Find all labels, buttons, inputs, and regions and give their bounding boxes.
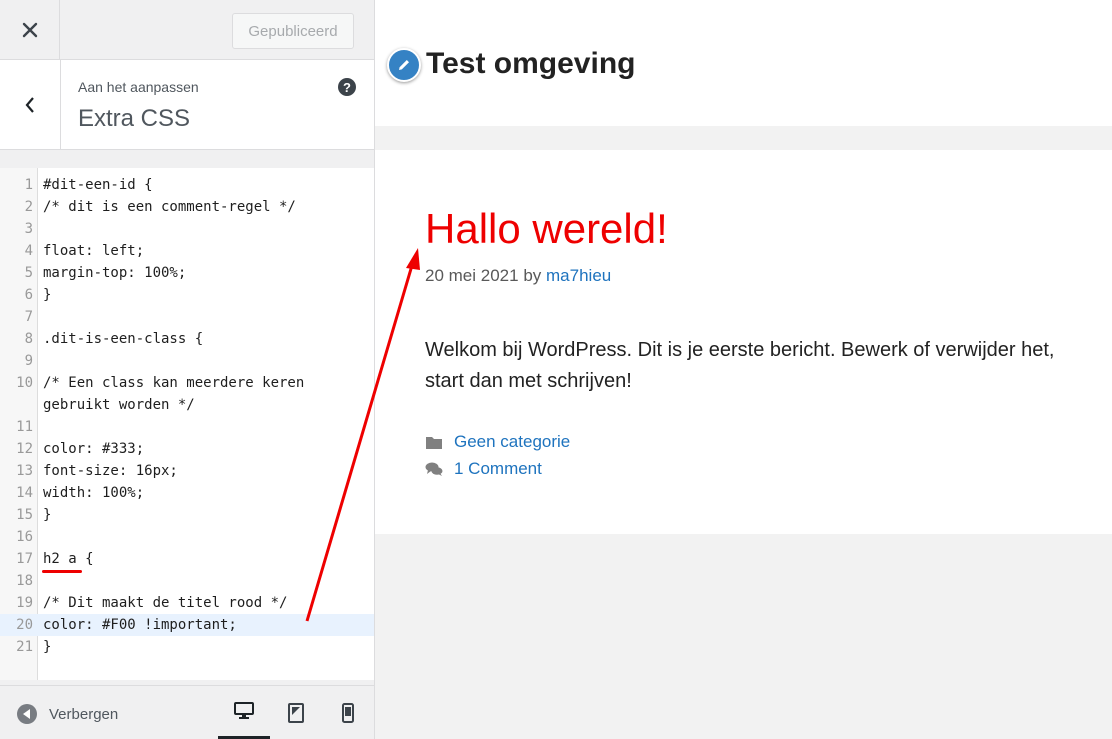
hide-controls-button[interactable]: Verbergen (17, 704, 118, 724)
section-header: Aan het aanpassen Extra CSS ? (0, 60, 374, 150)
customizer-topbar: Gepubliceerd (0, 0, 374, 60)
code-line[interactable]: 17 h2 a { (0, 548, 374, 570)
code-line[interactable]: 14 width: 100%; (0, 482, 374, 504)
post-author-link[interactable]: ma7hieu (546, 266, 611, 285)
mobile-icon (342, 703, 354, 723)
post-comments-row: 1 Comment (425, 459, 542, 479)
edit-shortcut-button[interactable] (387, 48, 421, 82)
comments-link[interactable]: 1 Comment (454, 459, 542, 479)
code-line[interactable]: 21} (0, 636, 374, 658)
preview-desktop-button[interactable] (218, 686, 270, 739)
hide-controls-label: Verbergen (49, 705, 119, 723)
code-line[interactable]: 18 (0, 570, 374, 592)
help-icon[interactable]: ? (338, 78, 356, 96)
post-category-row: Geen categorie (425, 432, 570, 452)
code-line[interactable]: 8 .dit-is-een-class { (0, 328, 374, 350)
post-body: Welkom bij WordPress. Dit is je eerste b… (425, 339, 1055, 392)
site-preview: Test omgeving Hallo wereld! 20 mei 2021 … (375, 0, 1112, 739)
back-button[interactable] (0, 60, 61, 149)
close-button[interactable] (0, 0, 60, 59)
close-icon (22, 22, 37, 37)
code-line[interactable]: 11 (0, 416, 374, 438)
publish-button[interactable]: Gepubliceerd (232, 13, 354, 49)
code-line[interactable]: 13 font-size: 16px; (0, 460, 374, 482)
code-line[interactable]: 5 margin-top: 100%; (0, 262, 374, 284)
post-title[interactable]: Hallo wereld! (425, 205, 668, 253)
code-line[interactable]: 12 color: #333; (0, 438, 374, 460)
code-line[interactable]: 15} (0, 504, 374, 526)
comments-icon (425, 462, 443, 476)
code-line[interactable]: 4 float: left; (0, 240, 374, 262)
customizer-sidebar: Gepubliceerd Aan het aanpassen Extra CSS… (0, 0, 375, 739)
customizer-footer: Verbergen (0, 685, 374, 739)
post-by: by (523, 266, 542, 285)
collapse-arrow-icon (17, 704, 37, 724)
category-link[interactable]: Geen categorie (454, 432, 570, 452)
css-code-editor[interactable]: 1 #dit-een-id { 2/* dit is een comment-re… (0, 168, 374, 680)
code-line[interactable]: 1 #dit-een-id { (0, 174, 374, 196)
section-title: Extra CSS (78, 105, 191, 132)
code-line-wrapped[interactable]: gebruikt worden */ (0, 394, 374, 416)
breadcrumb: Aan het aanpassen (78, 79, 199, 95)
site-header: Test omgeving (375, 0, 1112, 126)
folder-icon (426, 436, 442, 449)
post-date[interactable]: 20 mei 2021 (425, 266, 519, 285)
tablet-icon (288, 703, 304, 723)
pencil-icon (399, 60, 409, 70)
post-meta: 20 mei 2021 by ma7hieu (425, 266, 611, 286)
code-line[interactable]: 16 (0, 526, 374, 548)
code-line-active[interactable]: 20 color: #F00 !important; (0, 614, 374, 636)
site-title[interactable]: Test omgeving (426, 47, 635, 81)
code-line[interactable]: 6} (0, 284, 374, 306)
chevron-left-icon (25, 96, 34, 113)
preview-mobile-button[interactable] (322, 686, 374, 739)
post-article: Hallo wereld! 20 mei 2021 by ma7hieu Wel… (375, 150, 1112, 534)
code-line[interactable]: 10/* Een class kan meerdere keren (0, 372, 374, 394)
selector-underline-annotation (42, 570, 82, 573)
desktop-icon (234, 702, 254, 719)
code-line[interactable]: 7 (0, 306, 374, 328)
preview-tablet-button[interactable] (270, 686, 322, 739)
code-line[interactable]: 2/* dit is een comment-regel */ (0, 196, 374, 218)
code-line[interactable]: 3 (0, 218, 374, 240)
code-line[interactable]: 19/* Dit maakt de titel rood */ (0, 592, 374, 614)
code-line[interactable]: 9 (0, 350, 374, 372)
